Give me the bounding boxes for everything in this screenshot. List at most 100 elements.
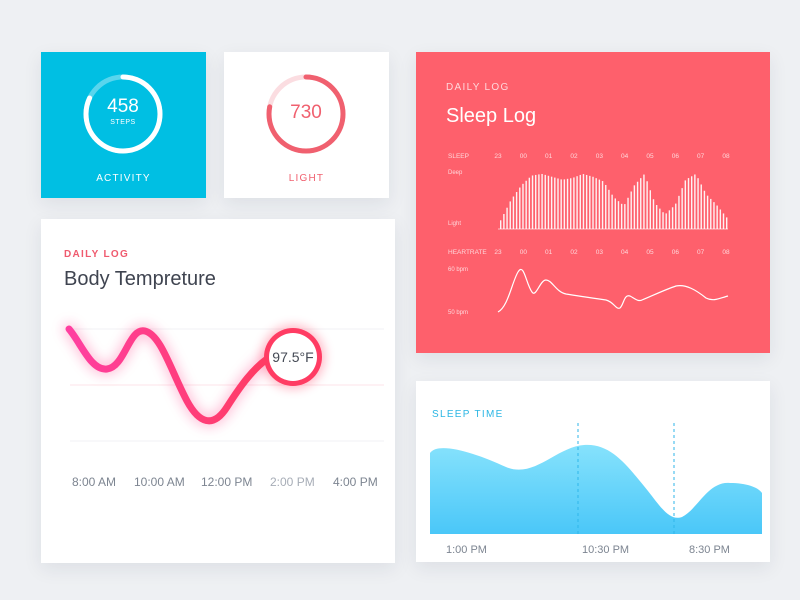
hour-label: 03: [596, 249, 604, 256]
activity-value: 458: [107, 96, 139, 117]
sleep-bar: [706, 195, 709, 229]
light-label: LIGHT: [288, 173, 325, 184]
hour-label: 03: [596, 153, 604, 160]
sleep-bar: [579, 174, 581, 229]
sleep-bar: [592, 176, 594, 229]
sleep-bar: [506, 207, 508, 229]
sleep-bar: [566, 178, 569, 229]
sleep-bar: [589, 175, 591, 229]
sleep-bar: [690, 176, 693, 229]
sleep-bar: [700, 184, 702, 229]
sleep-bar: [503, 214, 505, 229]
heartrate-row-label: HEARTRATE: [448, 249, 487, 256]
hour-label: 07: [697, 153, 705, 160]
sleep-bar: [515, 192, 518, 229]
sleep-bar: [538, 174, 540, 229]
hour-label: 05: [646, 153, 654, 160]
sleep-bar: [668, 210, 671, 229]
heartrate-line: [497, 269, 729, 313]
temp-title: Body Tempreture: [64, 268, 216, 290]
sleep-bar: [646, 181, 648, 229]
sleep-bar: [652, 199, 655, 229]
hour-label: 06: [672, 153, 680, 160]
hour-label: 00: [520, 249, 528, 256]
hour-label: 23: [494, 153, 502, 160]
activity-unit: STEPS: [110, 119, 136, 126]
sleep-bar: [649, 190, 652, 229]
sleep-time-area: [430, 444, 762, 534]
sleep-bar: [573, 177, 575, 229]
temp-marker-label: 97.5°F: [272, 349, 313, 365]
hour-label: 02: [570, 153, 578, 160]
hour-label: 08: [722, 249, 730, 256]
sleep-bar: [601, 181, 604, 229]
sleep-bar: [550, 176, 553, 229]
sleep-bar: [697, 178, 699, 229]
sleep-bar: [531, 175, 534, 229]
sleep-bar: [554, 177, 556, 229]
light-value: 730: [290, 102, 322, 123]
temp-line-glow: [63, 323, 273, 427]
hour-label: 04: [621, 249, 629, 256]
sleep-bar: [627, 197, 629, 229]
sleep-bar: [722, 213, 725, 229]
activity-card[interactable]: 458 STEPS ACTIVITY: [41, 52, 206, 198]
sleep-bar: [614, 198, 616, 229]
sleep-bar: [665, 213, 667, 229]
hour-label: 01: [545, 249, 553, 256]
sleep-bar: [535, 174, 537, 229]
temp-x-tick: 12:00 PM: [201, 475, 253, 489]
sleep-log-chart: SLEEP 23 00 01 02 03 04 05 06 07 08 Deep Light HE…: [448, 153, 730, 316]
sleep-bar: [710, 198, 712, 229]
sleep-bar: [678, 195, 680, 229]
sleep-level-deep: Deep: [448, 170, 463, 176]
sleep-bar: [643, 174, 645, 229]
hour-label: 23: [494, 249, 502, 256]
sleep-bar: [547, 175, 550, 229]
heartrate-level-high: 60 bpm: [448, 267, 468, 273]
temp-eyebrow: DAILY LOG: [64, 249, 130, 260]
heartrate-level-low: 50 bpm: [448, 310, 468, 316]
sleep-log-card[interactable]: DAILY LOG Sleep Log SLEEP 23 00 01 02 03 04 05…: [416, 52, 770, 353]
hour-label: 07: [697, 249, 705, 256]
sleep-bar: [611, 194, 613, 229]
sleep-bar: [633, 185, 636, 229]
sleep-bar: [563, 179, 566, 229]
sleep-bar: [576, 176, 578, 229]
sleep-time-tick: 10:30 PM: [582, 544, 630, 556]
temp-x-tick: 10:00 AM: [134, 475, 185, 489]
sleep-level-light: Light: [448, 221, 461, 227]
sleep-bar: [541, 173, 543, 229]
hour-label: 06: [672, 249, 680, 256]
sleep-bar: [671, 207, 674, 229]
temp-x-tick: 4:00 PM: [333, 475, 378, 489]
light-card[interactable]: 730 LIGHT: [224, 52, 389, 198]
hour-label: 00: [520, 153, 528, 160]
sleep-bar: [617, 201, 620, 229]
sleep-bar: [694, 174, 696, 229]
sleep-bar: [716, 205, 718, 229]
sleep-bar: [655, 205, 658, 229]
sleep-bar: [557, 178, 559, 229]
sleep-bar: [519, 187, 521, 229]
sleep-bar: [522, 183, 524, 229]
temp-x-tick: 8:00 AM: [72, 475, 117, 489]
sleep-bar: [620, 203, 623, 229]
sleep-bar: [687, 178, 690, 229]
sleep-bar: [684, 180, 687, 229]
light-ring: 730: [264, 72, 348, 156]
sleep-bar: [500, 220, 502, 229]
activity-ring: 458 STEPS: [81, 72, 165, 156]
sleep-row-label: SLEEP: [448, 153, 469, 160]
hour-label: 08: [722, 153, 730, 160]
temp-x-tick: 2:00 PM: [270, 475, 315, 489]
activity-label: ACTIVITY: [96, 173, 151, 184]
sleep-bar: [544, 174, 546, 229]
sleep-bar: [675, 203, 677, 229]
sleep-time-tick: 8:30 PM: [689, 544, 730, 556]
body-temp-card[interactable]: 97.5°F DAILY LOG Body Tempreture 8:00 AM…: [41, 219, 395, 563]
sleep-time-card[interactable]: SLEEP TIME 1:00 PM 10:30 PM 8:30 PM: [416, 381, 770, 562]
sleep-bar: [662, 212, 664, 229]
sleep-bar: [605, 184, 607, 229]
sleep-bar: [585, 174, 588, 229]
